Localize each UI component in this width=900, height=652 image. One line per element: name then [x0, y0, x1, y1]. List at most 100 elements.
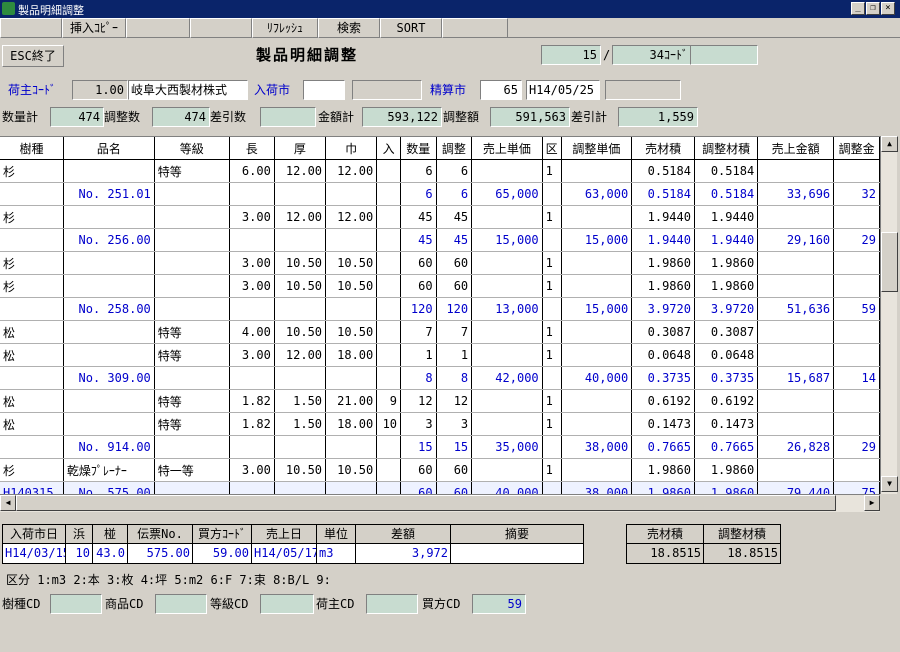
table-cell[interactable] [542, 366, 562, 390]
table-cell[interactable] [757, 251, 835, 275]
product-cd-field[interactable] [155, 594, 207, 614]
detail-value[interactable]: 59.00 [192, 544, 252, 564]
table-cell[interactable]: 特等 [154, 389, 230, 413]
table-cell[interactable]: 特等 [154, 320, 230, 344]
detail-grid[interactable]: 樹種 品名 等級長厚巾入数量 調整 売上単価区調整単価 売材積 調整材積 売上金額 調整金 杉特… [0, 136, 880, 494]
table-cell[interactable]: 15,687 [757, 366, 835, 390]
table-cell[interactable]: 60 [436, 481, 473, 494]
table-cell[interactable]: 松 [0, 343, 64, 367]
table-cell[interactable]: 特等 [154, 412, 230, 436]
table-cell[interactable]: 51,636 [757, 297, 835, 321]
table-cell[interactable] [471, 343, 543, 367]
table-cell[interactable]: 1 [542, 412, 562, 436]
table-cell[interactable]: 38,000 [561, 435, 633, 459]
table-cell[interactable] [471, 251, 543, 275]
table-cell[interactable] [0, 297, 64, 321]
table-cell[interactable]: 65,000 [471, 182, 543, 206]
settle-market-code-field[interactable]: 65 [480, 80, 522, 100]
table-cell[interactable]: 12 [400, 389, 437, 413]
column-header[interactable]: 区 [542, 137, 562, 160]
table-cell[interactable]: 60 [436, 274, 473, 298]
settle-date-field[interactable]: H14/05/25 [526, 80, 600, 100]
table-row[interactable]: 松特等 3.00 12.00 18.00 1 1 1 0.0648 0.0648 [0, 343, 880, 367]
table-cell[interactable]: 1.9440 [694, 205, 759, 229]
detail-value[interactable] [450, 544, 584, 564]
table-cell[interactable]: 10.50 [274, 274, 327, 298]
table-cell[interactable] [229, 366, 275, 390]
column-header[interactable]: 売上金額 [757, 137, 835, 160]
esc-exit-button[interactable]: ESC終了 [2, 45, 64, 67]
table-cell[interactable] [0, 182, 64, 206]
table-cell[interactable]: 3.00 [229, 251, 275, 275]
table-cell[interactable] [561, 251, 633, 275]
minimize-button[interactable]: _ [851, 2, 865, 15]
table-cell[interactable] [471, 320, 543, 344]
table-cell[interactable]: 1.9860 [694, 274, 759, 298]
table-cell[interactable] [471, 159, 543, 183]
detail-value[interactable]: H14/05/17 [251, 544, 319, 564]
table-cell[interactable]: 59 [833, 297, 880, 321]
toolbar-blank-4[interactable] [442, 18, 508, 38]
table-cell[interactable]: 3.00 [229, 205, 275, 229]
table-cell[interactable]: 12.00 [274, 205, 327, 229]
scroll-thumb[interactable] [881, 232, 898, 292]
table-cell[interactable]: 1 [542, 159, 562, 183]
column-header[interactable]: 品名 [63, 137, 155, 160]
table-cell[interactable] [757, 274, 835, 298]
detail-value[interactable]: 3,972 [355, 544, 451, 564]
table-cell[interactable]: 1.9860 [631, 458, 695, 482]
table-cell[interactable]: 0.5184 [631, 182, 695, 206]
table-cell[interactable]: 60 [400, 274, 437, 298]
table-cell[interactable]: 45 [436, 228, 473, 252]
table-cell[interactable]: 10.50 [274, 458, 327, 482]
arrival-market-name-field[interactable] [352, 80, 422, 100]
table-cell[interactable]: 6 [400, 159, 437, 183]
detail-value[interactable]: 10 [65, 544, 93, 564]
toolbar-blank-1[interactable] [0, 18, 62, 38]
table-cell[interactable]: 10.50 [274, 251, 327, 275]
table-cell[interactable]: 1.9440 [631, 228, 695, 252]
table-cell[interactable]: 0.7665 [631, 435, 695, 459]
table-cell[interactable]: 0.0648 [694, 343, 759, 367]
search-button[interactable]: 検索 [318, 18, 380, 38]
table-cell[interactable]: 1.9440 [631, 205, 695, 229]
table-cell[interactable]: 1.50 [274, 412, 327, 436]
table-cell[interactable]: 0.6192 [694, 389, 759, 413]
table-cell[interactable] [63, 274, 155, 298]
table-cell[interactable]: 松 [0, 389, 64, 413]
table-cell[interactable] [833, 412, 880, 436]
scroll-right-icon[interactable]: ▶ [864, 495, 880, 511]
table-cell[interactable]: 29 [833, 435, 880, 459]
table-cell[interactable] [229, 182, 275, 206]
column-header[interactable]: 長 [229, 137, 275, 160]
table-cell[interactable]: 18.00 [325, 343, 378, 367]
table-cell[interactable] [325, 481, 378, 494]
table-cell[interactable] [63, 389, 155, 413]
table-cell[interactable] [471, 412, 543, 436]
table-cell[interactable]: 13,000 [471, 297, 543, 321]
table-cell[interactable]: No. 575.00 [63, 481, 155, 494]
table-cell[interactable] [833, 274, 880, 298]
code-field[interactable] [690, 45, 758, 65]
table-cell[interactable]: 杉 [0, 159, 64, 183]
table-cell[interactable]: H140315 [0, 481, 64, 494]
table-cell[interactable] [833, 159, 880, 183]
table-cell[interactable] [376, 205, 402, 229]
table-cell[interactable] [833, 205, 880, 229]
table-cell[interactable]: 松 [0, 320, 64, 344]
table-cell[interactable] [833, 343, 880, 367]
table-row-subtotal[interactable]: No. 251.01 6 6 65,000 63,000 0.5184 0.5184 33,6… [0, 182, 880, 206]
table-cell[interactable]: 35,000 [471, 435, 543, 459]
table-cell[interactable]: 120 [400, 297, 437, 321]
table-cell[interactable] [63, 343, 155, 367]
table-cell[interactable]: No. 251.01 [63, 182, 155, 206]
table-cell[interactable]: 1.9860 [631, 251, 695, 275]
table-cell[interactable] [542, 435, 562, 459]
table-cell[interactable]: 29 [833, 228, 880, 252]
table-cell[interactable] [376, 343, 402, 367]
sort-button[interactable]: SORT [380, 18, 442, 38]
table-cell[interactable] [229, 297, 275, 321]
table-row[interactable]: 松特等 1.82 1.50 18.00 10 3 3 1 0.1473 0.1473 [0, 412, 880, 436]
table-cell[interactable] [833, 251, 880, 275]
table-cell[interactable]: 1 [436, 343, 473, 367]
